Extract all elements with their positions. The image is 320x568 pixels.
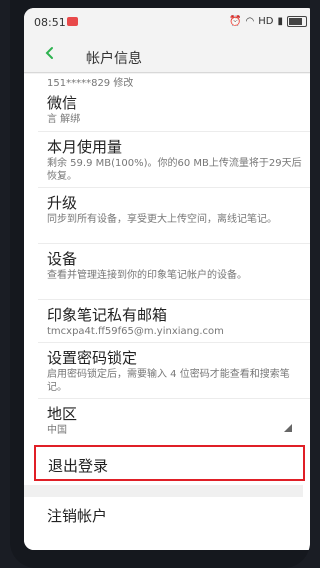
monthly-usage-row[interactable]: 本月使用量 剩余 59.9 MB(100%)。你的60 MB上传流量将于29天后… — [47, 138, 302, 183]
row-subtitle: 言 解绑 — [47, 114, 81, 125]
logout-label: 退出登录 — [48, 457, 109, 475]
divider — [38, 398, 310, 399]
logout-button[interactable]: 退出登录 — [34, 445, 305, 481]
dropdown-triangle-icon[interactable] — [284, 424, 292, 432]
row-subtitle: 同步到所有设备，享受更大上传空间，离线记笔记。 — [47, 214, 277, 225]
divider — [38, 131, 310, 132]
appbar-divider — [24, 72, 310, 73]
row-title: 微信 — [47, 94, 78, 112]
status-bar: 08:51 ⏰ ◠ HD ▮ — [24, 8, 310, 36]
row-title: 升级 — [47, 194, 78, 212]
alarm-icon: ⏰ — [229, 16, 242, 27]
divider — [38, 243, 310, 244]
devices-row[interactable]: 设备 查看并管理连接到你的印象笔记帐户的设备。 — [47, 250, 302, 282]
region-row[interactable]: 地区 中国 — [47, 405, 302, 437]
passcode-lock-row[interactable]: 设置密码锁定 启用密码锁定后，需要输入 4 位密码才能查看和搜索笔记。 — [47, 349, 302, 394]
signal-icon: ▮ — [277, 16, 283, 27]
row-title: 设备 — [47, 250, 78, 268]
row-title: 地区 — [47, 405, 78, 423]
network-label: HD — [258, 16, 274, 27]
row-title: 印象笔记私有邮箱 — [47, 306, 168, 324]
status-time: 08:51 — [34, 16, 66, 29]
row-title: 设置密码锁定 — [47, 349, 138, 367]
status-icons: ⏰ ◠ HD ▮ — [229, 16, 307, 27]
app-bar: 帐户信息 — [24, 36, 310, 72]
phone-frame: 08:51 ⏰ ◠ HD ▮ 帐户信息 151*****829 修改 微信 言 … — [10, 0, 310, 568]
divider — [38, 342, 310, 343]
notification-icon — [67, 17, 78, 26]
private-email-row[interactable]: 印象笔记私有邮箱 tmcxpa4t.ff59f65@m.yinxiang.com — [47, 306, 302, 338]
divider — [38, 187, 310, 188]
divider — [38, 299, 310, 300]
wechat-row[interactable]: 微信 言 解绑 — [47, 94, 302, 126]
row-subtitle: tmcxpa4t.ff59f65@m.yinxiang.com — [47, 326, 224, 337]
battery-icon — [287, 16, 307, 27]
row-title: 本月使用量 — [47, 138, 123, 156]
section-spacer — [24, 485, 303, 497]
phone-row-partial[interactable]: 151*****829 修改 — [47, 74, 133, 89]
upgrade-row[interactable]: 升级 同步到所有设备，享受更大上传空间，离线记笔记。 — [47, 194, 302, 226]
row-subtitle: 启用密码锁定后，需要输入 4 位密码才能查看和搜索笔记。 — [47, 369, 290, 393]
row-subtitle: 中国 — [47, 425, 67, 436]
screen: 08:51 ⏰ ◠ HD ▮ 帐户信息 151*****829 修改 微信 言 … — [24, 8, 310, 550]
row-subtitle: 查看并管理连接到你的印象笔记帐户的设备。 — [47, 270, 247, 281]
row-subtitle: 剩余 59.9 MB(100%)。你的60 MB上传流量将于29天后恢复。 — [47, 158, 302, 182]
page-title: 帐户信息 — [86, 51, 142, 67]
cancel-account-button[interactable]: 注销帐户 — [47, 505, 107, 526]
wifi-icon: ◠ — [245, 16, 255, 27]
back-icon[interactable] — [43, 46, 57, 60]
